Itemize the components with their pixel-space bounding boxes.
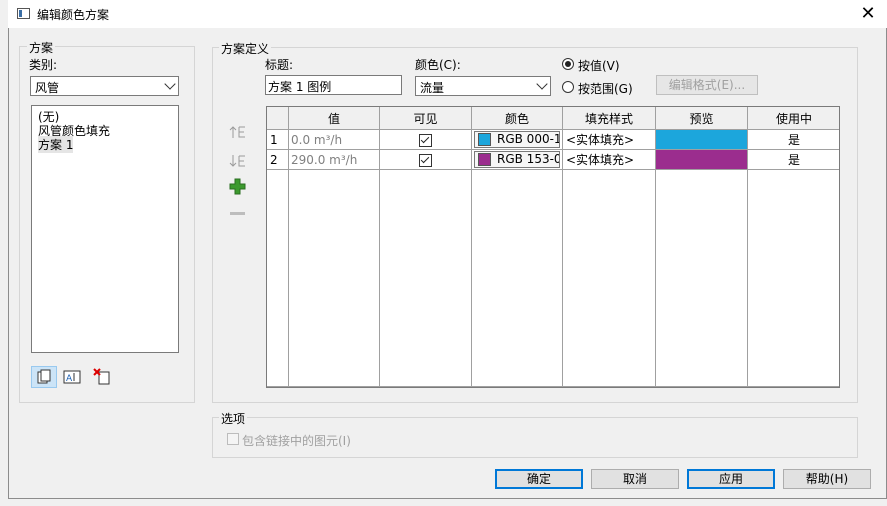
color-label: RGB 153-0 <box>497 152 560 166</box>
column-header[interactable]: 颜色 <box>471 107 563 130</box>
color-label: 颜色(C): <box>415 58 461 72</box>
title-bar <box>8 0 887 28</box>
preview-cell <box>655 129 748 150</box>
color-table: 值 可见 颜色 填充样式 预览 使用中 1 0.0 m³/h RGB 000-1… <box>266 106 840 388</box>
visible-cell <box>379 149 472 170</box>
fill-pattern-cell[interactable]: <实体填充> <box>562 149 656 170</box>
in-use-cell: 是 <box>747 149 839 170</box>
title-label: 标题: <box>265 58 294 72</box>
title-input-value: 方案 1 图例 <box>268 80 332 94</box>
ok-button[interactable]: 确定 <box>495 469 583 489</box>
preview-cell <box>655 149 748 170</box>
color-cell[interactable]: RGB 000-1 <box>471 129 563 150</box>
add-icon[interactable] <box>229 178 247 199</box>
visible-cell <box>379 129 472 150</box>
move-up-icon[interactable] <box>228 124 248 144</box>
app-icon <box>17 8 30 19</box>
svg-text:A: A <box>66 374 73 384</box>
category-select[interactable]: 风管 <box>30 76 179 96</box>
value-cell[interactable]: 0.0 m³/h <box>288 129 380 150</box>
move-down-icon[interactable] <box>228 153 248 173</box>
fill-pattern-cell[interactable]: <实体填充> <box>562 129 656 150</box>
edit-format-button[interactable]: 编辑格式(E)... <box>656 75 758 95</box>
table-row[interactable]: 2 290.0 m³/h RGB 153-0 <实体填充> 是 <box>267 149 839 170</box>
column-header[interactable]: 填充样式 <box>562 107 656 130</box>
chevron-down-icon <box>536 78 548 90</box>
definition-group-label: 方案定义 <box>219 40 272 57</box>
by-value-label: 按值(V) <box>578 59 620 73</box>
column-header[interactable]: 可见 <box>379 107 472 130</box>
row-number: 1 <box>267 129 289 150</box>
in-use-cell: 是 <box>747 129 839 150</box>
options-group-label: 选项 <box>219 410 248 427</box>
remove-icon[interactable] <box>229 206 247 225</box>
duplicate-icon[interactable] <box>31 366 57 388</box>
corner-header <box>267 107 289 130</box>
title-input[interactable]: 方案 1 图例 <box>265 75 402 95</box>
color-select-value: 流量 <box>420 81 445 95</box>
color-swatch <box>478 133 491 146</box>
include-links-label: 包含链接中的图元(I) <box>242 434 351 448</box>
color-select[interactable]: 流量 <box>415 76 551 96</box>
table-empty-area <box>267 169 839 387</box>
column-header[interactable]: 预览 <box>655 107 748 130</box>
apply-button[interactable]: 应用 <box>687 469 775 489</box>
scheme-group-label: 方案 <box>27 39 56 56</box>
color-swatch <box>478 153 491 166</box>
preview-swatch <box>656 130 747 149</box>
by-range-radio[interactable] <box>562 81 574 93</box>
by-range-label: 按范围(G) <box>578 82 633 96</box>
visible-checkbox[interactable] <box>419 153 432 167</box>
color-cell[interactable]: RGB 153-0 <box>471 149 563 170</box>
rename-icon[interactable]: A <box>60 366 86 388</box>
category-select-value: 风管 <box>35 81 60 95</box>
value-cell[interactable]: 290.0 m³/h <box>288 149 380 170</box>
cancel-button[interactable]: 取消 <box>591 469 679 489</box>
scheme-list[interactable]: (无) 风管颜色填充 方案 1 <box>31 105 179 353</box>
delete-icon[interactable] <box>90 366 116 388</box>
scheme-list-item-selected[interactable]: 方案 1 <box>38 136 74 153</box>
dialog-title: 编辑颜色方案 <box>37 8 110 22</box>
include-links-checkbox[interactable] <box>227 433 239 445</box>
preview-swatch <box>656 150 747 169</box>
category-label: 类别: <box>29 58 58 72</box>
color-label: RGB 000-1 <box>497 132 560 146</box>
table-header-row: 值 可见 颜色 填充样式 预览 使用中 <box>267 107 839 130</box>
help-button[interactable]: 帮助(H) <box>783 469 871 489</box>
close-icon[interactable]: ✕ <box>856 3 880 25</box>
visible-checkbox[interactable] <box>419 133 432 147</box>
column-header[interactable]: 值 <box>288 107 380 130</box>
row-number: 2 <box>267 149 289 170</box>
chevron-down-icon <box>164 78 176 90</box>
column-header[interactable]: 使用中 <box>747 107 839 130</box>
by-value-radio[interactable] <box>562 58 574 70</box>
table-row[interactable]: 1 0.0 m³/h RGB 000-1 <实体填充> 是 <box>267 129 839 150</box>
